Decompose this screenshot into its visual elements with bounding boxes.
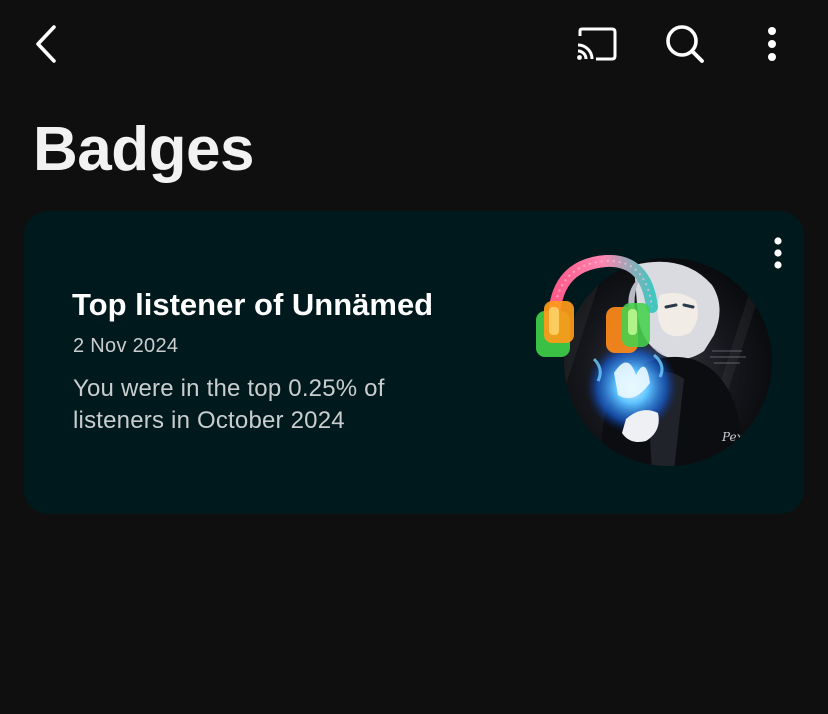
search-icon	[666, 25, 704, 63]
badge-artwork: Pexe	[536, 255, 772, 466]
badges-screen: Badges Top listener of Unnämed 2 Nov 202…	[0, 0, 828, 714]
chevron-left-icon	[36, 25, 56, 63]
cast-button[interactable]	[570, 22, 622, 66]
badge-title: Top listener of Unnämed	[72, 287, 434, 322]
page-title: Badges	[33, 115, 254, 184]
svg-text:Pexe: Pexe	[721, 430, 751, 444]
badge-date: 2 Nov 2024	[73, 335, 179, 357]
badge-description: You were in the top 0.25% of listeners i…	[73, 375, 385, 434]
back-button[interactable]	[22, 18, 72, 70]
cast-icon	[577, 27, 617, 61]
badge-card[interactable]: Top listener of Unnämed 2 Nov 2024 You w…	[24, 211, 804, 514]
search-button[interactable]	[660, 20, 710, 68]
more-options-button[interactable]	[752, 20, 792, 68]
more-vertical-icon	[768, 27, 776, 61]
top-app-bar	[0, 0, 828, 90]
